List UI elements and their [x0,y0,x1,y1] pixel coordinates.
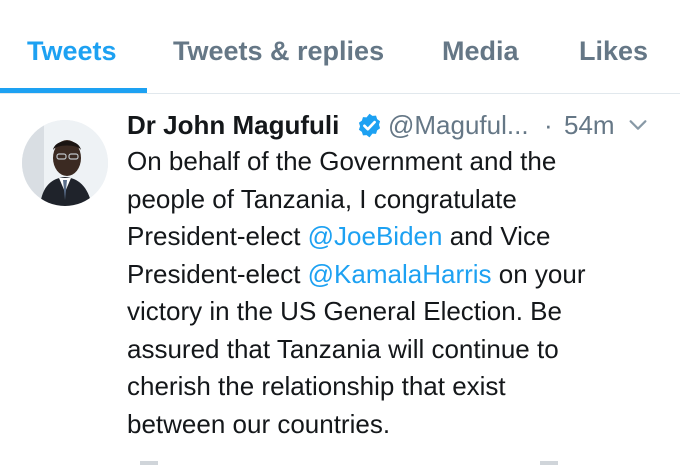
mention-link[interactable]: @JoeBiden [308,221,443,251]
tweet-text-line: assured that Tanzania will continue to [127,331,672,369]
profile-tabs: Tweets Tweets & replies Media Likes [0,0,680,94]
tweet-text-line: President-elect @JoeBiden and Vice [127,218,672,256]
next-tweet-edge [140,461,558,465]
tab-media[interactable]: Media [442,36,519,67]
tweet-text-segment: people of Tanzania, I congratulate [127,183,517,214]
tweet-text-line: between our countries. [127,406,672,444]
tweet-text-segment: and Vice [442,221,551,251]
tweet-header: Dr John Magufuli @Maguful... · 54m [127,110,667,144]
tweet-text-line: people of Tanzania, I congratulate [127,181,672,219]
tweet-text-line: President-elect @KamalaHarris on your [127,256,672,294]
tweet-text-segment: victory in the US General Election. Be [127,296,562,326]
tweet-text-segment: assured that Tanzania will continue to [127,333,559,364]
tweet-text-segment: on your [491,258,586,289]
tab-likes[interactable]: Likes [579,36,648,67]
tweet-text-segment: cherish the relationship that exist [127,371,506,401]
tweet-text-segment: President-elect [127,258,308,289]
tweet-text-segment: On behalf of the Government and the [127,146,557,176]
tweet-text-line: On behalf of the Government and the [127,143,672,181]
tweet-timestamp[interactable]: 54m [564,110,615,141]
verified-badge-icon [358,113,381,138]
tweet-text-segment: between our countries. [127,408,391,439]
tab-tweets[interactable]: Tweets [27,36,117,67]
user-handle[interactable]: @Maguful... [388,110,529,141]
chevron-down-icon[interactable] [627,114,649,136]
active-tab-indicator [0,88,147,93]
tweet-text-segment: President-elect [127,221,308,251]
avatar[interactable] [22,120,108,206]
tab-tweets-and-replies[interactable]: Tweets & replies [173,36,384,67]
display-name[interactable]: Dr John Magufuli [127,110,339,141]
tweet-text-line: victory in the US General Election. Be [127,293,672,331]
tweet-text: On behalf of the Government and the peopl… [127,143,672,443]
mention-link[interactable]: @KamalaHarris [308,259,492,289]
separator-dot: · [544,110,553,140]
tweet-text-line: cherish the relationship that exist [127,368,672,406]
